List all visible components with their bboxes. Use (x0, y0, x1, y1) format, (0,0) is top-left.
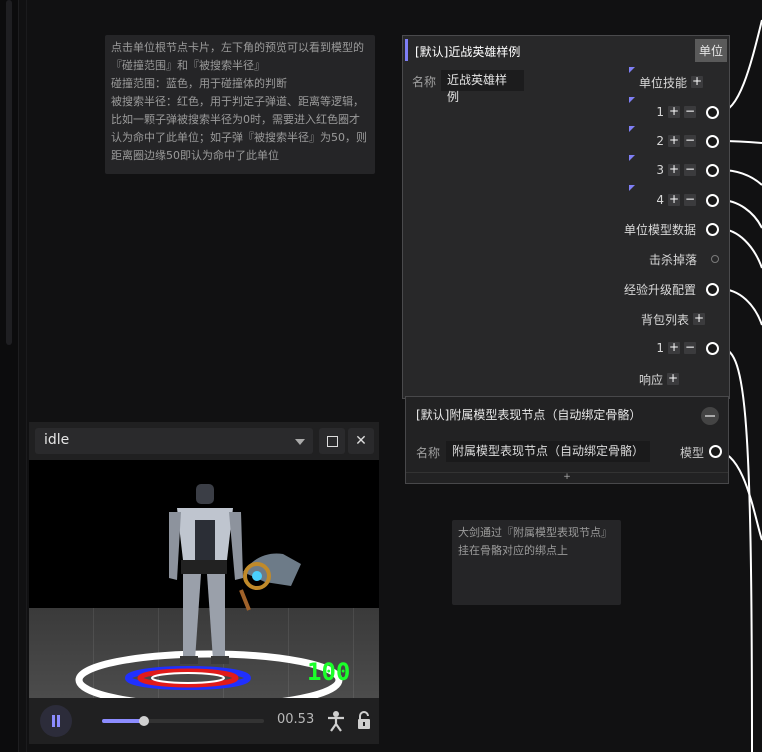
add-button[interactable]: + (668, 341, 680, 354)
output-port[interactable] (706, 163, 719, 177)
attach-model-node-card[interactable]: [默认]附属模型表现节点（自动绑定骨骼） 名称 附属模型表现节点（自动绑定骨骼）… (405, 396, 729, 484)
empty-output-port[interactable] (711, 255, 719, 263)
model-preview-panel: idle ✕ 100 00.53 (29, 422, 379, 744)
kill-drop-row: 击杀掉落 (649, 249, 719, 269)
comment-text: 大剑通过『附属模型表现节点』挂在骨骼对应的绑点上 (458, 526, 612, 557)
exp-config-label: 经验升级配置 (623, 282, 696, 297)
node-header[interactable]: [默认]近战英雄样例 单位 (403, 36, 729, 64)
exp-config-row: 经验升级配置 (624, 279, 719, 299)
close-icon[interactable]: ✕ (348, 428, 374, 454)
output-port[interactable] (706, 341, 719, 355)
skill-row-2: 2 + − (656, 131, 719, 151)
expand-marker-icon[interactable] (629, 97, 635, 103)
hp-value: 100 (307, 658, 351, 686)
model-label: 模型 (679, 446, 704, 460)
output-port[interactable] (706, 222, 719, 236)
backpack-row: 背包列表 + (641, 309, 705, 329)
kill-drop-label: 击杀掉落 (648, 252, 697, 267)
output-port[interactable] (706, 134, 719, 148)
name-label: 名称 (412, 75, 437, 89)
timeline-thumb[interactable] (139, 716, 150, 726)
output-port[interactable] (706, 193, 719, 207)
unit-node-card[interactable]: [默认]近战英雄样例 单位 名称 近战英雄样例 单位技能 + 1 + − 2 +… (402, 35, 730, 399)
model-output-port[interactable] (709, 445, 722, 458)
backpack-index: 1 (656, 341, 664, 355)
expand-marker-icon[interactable] (629, 185, 635, 191)
chevron-down-icon (295, 439, 305, 445)
skill-index: 2 (656, 134, 664, 148)
add-field-button[interactable]: + (406, 472, 728, 483)
skills-row: 单位技能 + (639, 72, 703, 92)
collapse-icon[interactable] (701, 407, 719, 425)
backpack-label: 背包列表 (640, 312, 689, 327)
skills-label: 单位技能 (638, 75, 687, 90)
timeline-fill (102, 719, 145, 723)
skill-row-4: 4 + − (656, 190, 719, 210)
backpack-item-row-1: 1 + − (656, 338, 719, 358)
add-skill-button[interactable]: + (691, 75, 703, 88)
playback-bar: 00.53 (29, 698, 379, 744)
name-field[interactable]: 近战英雄样例 (441, 70, 524, 104)
panel-divider (26, 0, 27, 752)
response-row: 响应 + (639, 369, 679, 389)
remove-button[interactable]: − (684, 341, 696, 354)
output-port[interactable] (706, 105, 719, 119)
skill-index: 1 (656, 105, 664, 119)
left-panel-edge (0, 0, 27, 752)
comment-note-sword[interactable]: 大剑通过『附属模型表现节点』挂在骨骼对应的绑点上 (452, 520, 621, 605)
animation-select[interactable]: idle (35, 428, 313, 454)
maximize-icon[interactable] (319, 428, 345, 454)
expand-marker-icon[interactable] (629, 126, 635, 132)
node-type-badge: 单位 (694, 39, 727, 62)
comment-text: 点击单位根节点卡片，左下角的预览可以看到模型的『碰撞范围』和『被搜索半径』 碰撞… (111, 41, 367, 162)
preview-toolbar: idle ✕ (29, 422, 379, 460)
remove-button[interactable]: − (684, 134, 696, 147)
remove-button[interactable]: − (684, 105, 696, 118)
preview-viewport[interactable]: 100 (29, 460, 379, 698)
add-response-button[interactable]: + (667, 372, 679, 385)
skill-index: 4 (656, 193, 664, 207)
remove-button[interactable]: − (684, 163, 696, 176)
add-button[interactable]: + (668, 193, 680, 206)
model-data-row: 单位模型数据 (624, 219, 719, 239)
time-display: 00.53 (277, 712, 315, 727)
remove-button[interactable]: − (684, 193, 696, 206)
pause-icon[interactable] (40, 705, 72, 737)
humanoid-icon[interactable] (323, 708, 349, 734)
model-data-label: 单位模型数据 (623, 222, 696, 237)
node-title: [默认]近战英雄样例 (415, 45, 521, 59)
animation-value: idle (44, 432, 70, 448)
skill-index: 3 (656, 163, 664, 177)
add-button[interactable]: + (668, 163, 680, 176)
skill-row-3: 3 + − (656, 160, 719, 180)
output-port[interactable] (706, 282, 719, 296)
add-button[interactable]: + (668, 134, 680, 147)
expand-marker-icon[interactable] (629, 155, 635, 161)
node-accent-bar (405, 39, 408, 61)
response-label: 响应 (638, 372, 663, 387)
name-label: 名称 (416, 446, 441, 460)
add-button[interactable]: + (668, 105, 680, 118)
add-backpack-button[interactable]: + (693, 312, 705, 325)
node-title: [默认]附属模型表现节点（自动绑定骨骼） (416, 408, 642, 422)
expand-marker-icon[interactable] (629, 67, 635, 73)
lock-icon[interactable] (351, 708, 377, 734)
skill-row-1: 1 + − (656, 102, 719, 122)
timeline-slider[interactable] (102, 716, 264, 726)
comment-note-collision[interactable]: 点击单位根节点卡片，左下角的预览可以看到模型的『碰撞范围』和『被搜索半径』 碰撞… (105, 35, 375, 174)
scrollbar-handle[interactable] (6, 0, 12, 345)
name-field[interactable]: 附属模型表现节点（自动绑定骨骼） (446, 441, 650, 462)
